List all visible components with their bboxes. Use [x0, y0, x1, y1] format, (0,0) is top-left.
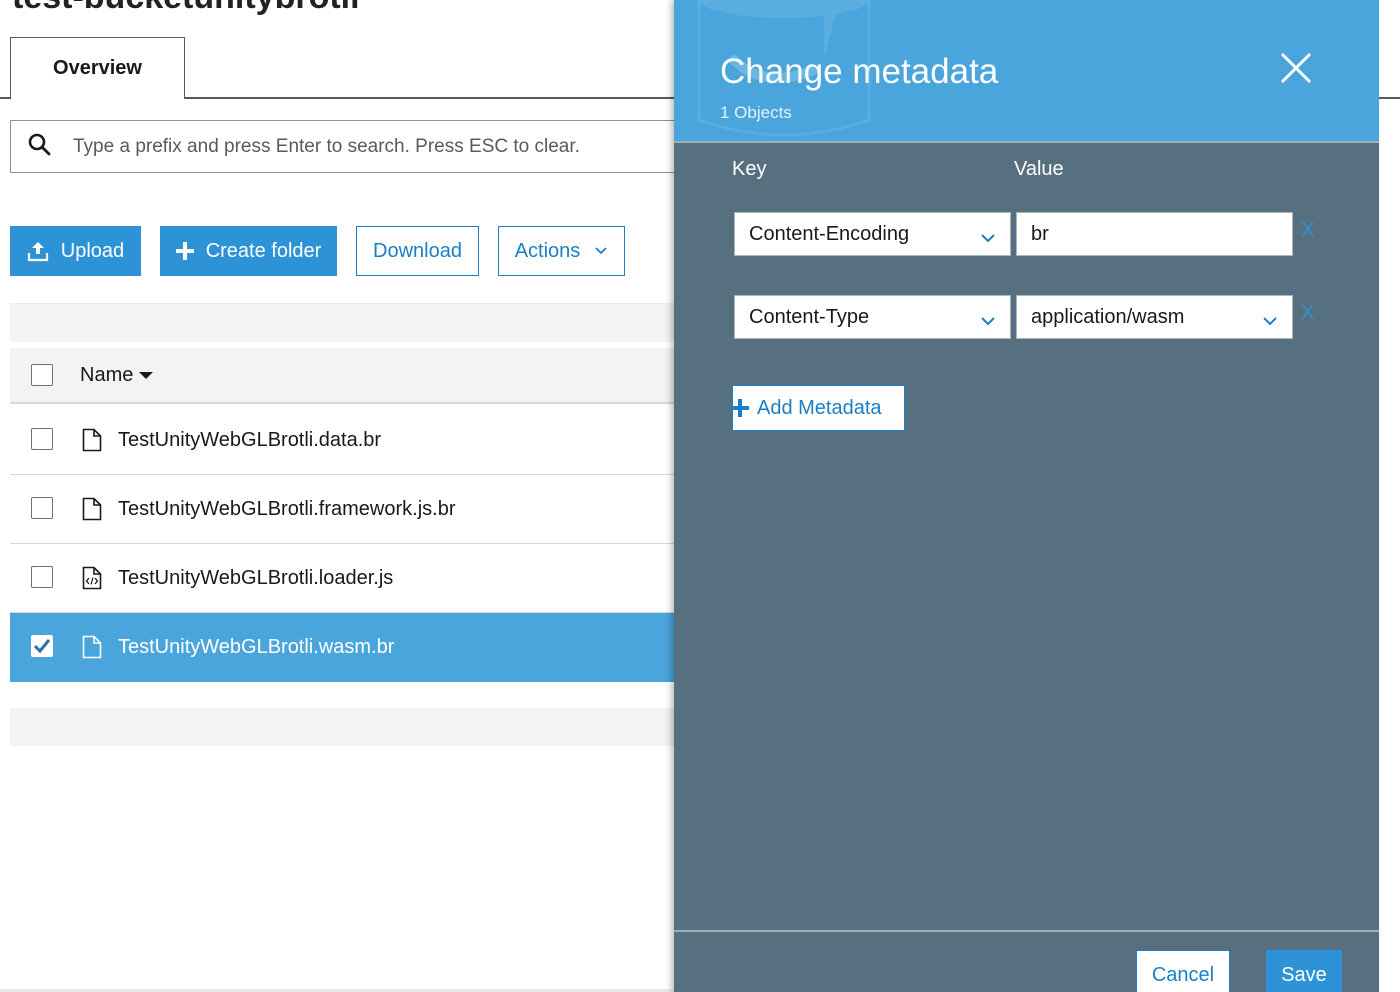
file-name[interactable]: TestUnityWebGLBrotli.wasm.br [118, 636, 394, 659]
s3-console-screen: test-bucketunitybrotli Overview Upload C… [0, 0, 1400, 992]
metadata-value-input[interactable]: br [1016, 212, 1293, 256]
save-button[interactable]: Save [1266, 950, 1342, 992]
remove-metadata-button[interactable]: X [1301, 302, 1314, 325]
footer-divider [674, 930, 1379, 932]
chevron-down-icon [594, 246, 608, 256]
tabs-divider-edge [1379, 97, 1400, 99]
header-divider [674, 141, 1379, 143]
create-folder-label: Create folder [205, 239, 322, 262]
metadata-key-value: Content-Encoding [749, 222, 910, 245]
plus-icon [731, 399, 749, 417]
row-checkbox-checked[interactable] [31, 635, 53, 657]
row-checkbox[interactable] [31, 497, 53, 519]
metadata-key-value: Content-Type [749, 305, 870, 328]
panel-subtitle: 1 Objects [720, 103, 792, 122]
file-name[interactable]: TestUnityWebGLBrotli.framework.js.br [118, 498, 456, 521]
file-name[interactable]: TestUnityWebGLBrotli.data.br [118, 429, 381, 452]
add-metadata-label: Add Metadata [757, 396, 882, 419]
table-header: Name [10, 348, 690, 404]
upload-icon [27, 240, 49, 262]
actions-label: Actions [514, 239, 581, 262]
select-all-checkbox[interactable] [31, 364, 53, 386]
table-row[interactable]: TestUnityWebGLBrotli.data.br [10, 406, 690, 475]
metadata-value-text: br [1031, 222, 1049, 245]
row-checkbox[interactable] [31, 428, 53, 450]
file-name[interactable]: TestUnityWebGLBrotli.loader.js [118, 567, 393, 590]
actions-dropdown[interactable]: Actions [498, 226, 625, 276]
page-edge [1379, 0, 1400, 992]
file-list: TestUnityWebGLBrotli.data.br TestUnityWe… [10, 406, 690, 682]
plus-icon [175, 242, 194, 260]
table-row-selected[interactable]: TestUnityWebGLBrotli.wasm.br [10, 613, 690, 682]
panel-title: Change metadata [720, 52, 999, 91]
upload-button[interactable]: Upload [10, 226, 141, 276]
change-metadata-panel: Change metadata 1 Objects Key Value Cont… [674, 0, 1379, 992]
metadata-value-select[interactable]: application/wasm [1016, 295, 1293, 339]
metadata-value-text: application/wasm [1031, 305, 1185, 328]
remove-metadata-button[interactable]: X [1301, 219, 1314, 242]
checkmark-icon [33, 639, 51, 654]
bucket-title: test-bucketunitybrotli [12, 0, 360, 17]
create-folder-button[interactable]: Create folder [160, 226, 337, 276]
panel-header: Change metadata 1 Objects [674, 0, 1379, 141]
value-column-label: Value [1014, 158, 1064, 180]
metadata-key-select[interactable]: Content-Encoding [734, 212, 1011, 256]
cancel-button[interactable]: Cancel [1136, 950, 1230, 992]
upload-label: Upload [60, 239, 125, 262]
chevron-down-icon [980, 310, 996, 333]
name-column-label: Name [80, 363, 134, 386]
add-metadata-button[interactable]: Add Metadata [731, 385, 905, 431]
table-footer-strip [10, 708, 690, 746]
code-file-icon [82, 566, 102, 590]
key-column-label: Key [732, 158, 767, 180]
file-icon [82, 428, 102, 452]
search-icon [27, 132, 51, 161]
file-icon [82, 635, 102, 659]
metadata-key-select[interactable]: Content-Type [734, 295, 1011, 339]
chevron-down-icon [1262, 310, 1278, 333]
close-icon[interactable] [1278, 50, 1314, 86]
name-column-header[interactable]: Name [80, 363, 154, 387]
file-icon [82, 497, 102, 521]
table-toolbar-strip [10, 304, 690, 342]
sort-caret-icon [139, 371, 154, 379]
search-bar [10, 120, 690, 173]
chevron-down-icon [980, 227, 996, 250]
table-row[interactable]: TestUnityWebGLBrotli.loader.js [10, 544, 690, 613]
tab-overview[interactable]: Overview [10, 37, 185, 99]
row-checkbox[interactable] [31, 566, 53, 588]
search-input[interactable] [73, 135, 673, 158]
table-row[interactable]: TestUnityWebGLBrotli.framework.js.br [10, 475, 690, 544]
download-button[interactable]: Download [356, 226, 479, 276]
